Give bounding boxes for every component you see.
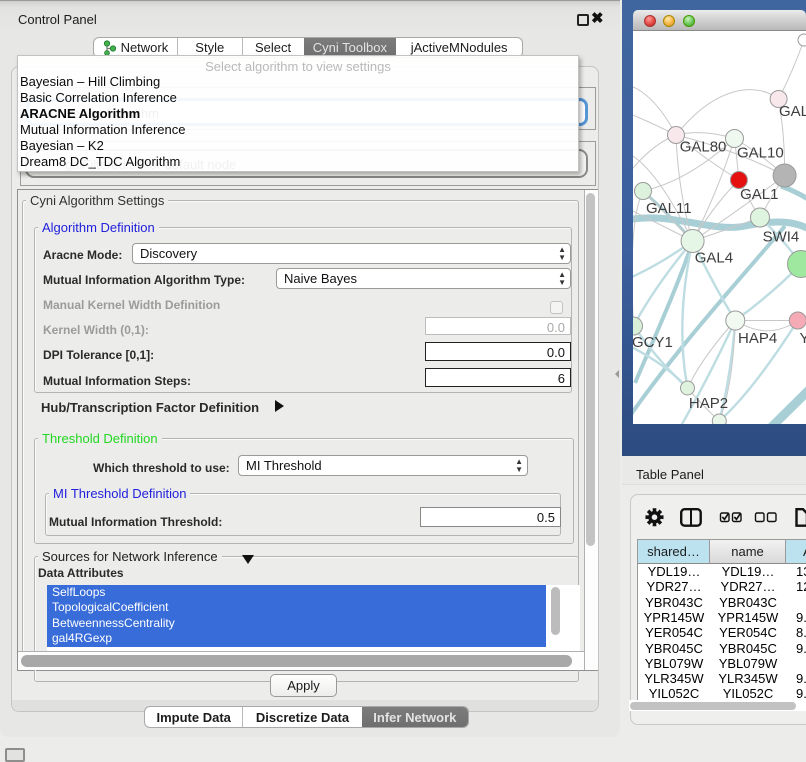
svg-text:HAP2: HAP2 [689, 395, 728, 412]
svg-text:SWI4: SWI4 [763, 228, 800, 245]
svg-text:Y: Y [800, 330, 806, 347]
svg-text:GAL10: GAL10 [737, 145, 784, 162]
svg-text:GAL: GAL [779, 103, 806, 120]
svg-text:GAL4: GAL4 [695, 250, 733, 267]
svg-text:HAP4: HAP4 [738, 330, 777, 347]
svg-text:GAL11: GAL11 [646, 200, 692, 217]
svg-text:GAL1: GAL1 [740, 186, 778, 203]
svg-text:GCY1: GCY1 [633, 334, 673, 351]
svg-text:GAL80: GAL80 [680, 138, 727, 155]
